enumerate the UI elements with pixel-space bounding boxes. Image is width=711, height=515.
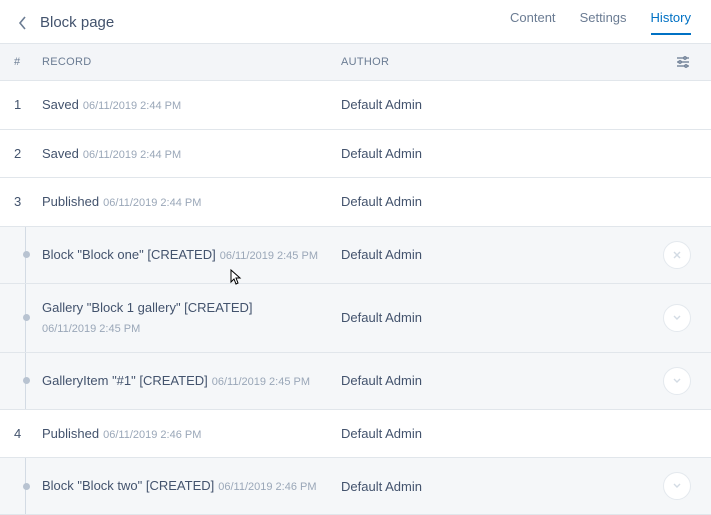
record-title: Gallery "Block 1 gallery" [CREATED] — [42, 298, 253, 318]
header-left: Block page — [14, 14, 114, 32]
tab-history[interactable]: History — [651, 10, 691, 35]
record-author: Default Admin — [341, 310, 651, 325]
row-number: 1 — [14, 97, 38, 112]
table-row[interactable]: GalleryItem "#1" [CREATED] 06/11/2019 2:… — [0, 353, 711, 410]
close-icon[interactable] — [663, 241, 691, 269]
table-header: # RECORD AUTHOR — [0, 43, 711, 81]
record-author: Default Admin — [341, 97, 651, 112]
chevron-down-icon[interactable] — [663, 472, 691, 500]
table-row[interactable]: Block "Block one" [CREATED] 06/11/2019 2… — [0, 227, 711, 284]
timeline-node-icon — [14, 483, 38, 490]
record-author: Default Admin — [341, 373, 651, 388]
col-header-record: RECORD — [38, 56, 341, 68]
row-number: 3 — [14, 194, 38, 209]
record-author: Default Admin — [341, 247, 651, 262]
record-title: GalleryItem "#1" [CREATED] — [42, 371, 208, 391]
record-timestamp: 06/11/2019 2:46 PM — [218, 479, 316, 496]
table-row[interactable]: 1 Saved 06/11/2019 2:44 PM Default Admin — [0, 81, 711, 130]
table-row[interactable]: Gallery "Block 1 gallery" [CREATED] 06/1… — [0, 284, 711, 353]
record-title: Published — [42, 424, 99, 444]
record-timestamp: 06/11/2019 2:44 PM — [83, 98, 181, 115]
record-author: Default Admin — [341, 479, 651, 494]
record-timestamp: 06/11/2019 2:44 PM — [103, 195, 201, 212]
record-timestamp: 06/11/2019 2:45 PM — [212, 374, 310, 391]
tab-settings[interactable]: Settings — [580, 10, 627, 35]
record-title: Published — [42, 192, 99, 212]
row-number: 4 — [14, 426, 38, 441]
record-timestamp: 06/11/2019 2:46 PM — [103, 427, 201, 444]
chevron-down-icon[interactable] — [663, 304, 691, 332]
record-timestamp: 06/11/2019 2:45 PM — [220, 248, 318, 265]
record-title: Saved — [42, 95, 79, 115]
table-row[interactable]: 3 Published 06/11/2019 2:44 PM Default A… — [0, 178, 711, 227]
page-header: Block page Content Settings History — [0, 0, 711, 43]
record-timestamp: 06/11/2019 2:45 PM — [42, 321, 140, 338]
table-row[interactable]: 4 Published 06/11/2019 2:46 PM Default A… — [0, 410, 711, 459]
page-title: Block page — [40, 14, 114, 31]
record-author: Default Admin — [341, 194, 651, 209]
table-row[interactable]: 2 Saved 06/11/2019 2:44 PM Default Admin — [0, 130, 711, 179]
chevron-down-icon[interactable] — [663, 367, 691, 395]
record-title: Saved — [42, 144, 79, 164]
timeline-node-icon — [14, 251, 38, 258]
record-title: Block "Block two" [CREATED] — [42, 476, 214, 496]
table-row[interactable]: Block "Block two" [CREATED] 06/11/2019 2… — [0, 458, 711, 515]
record-title: Block "Block one" [CREATED] — [42, 245, 216, 265]
timeline-node-icon — [14, 314, 38, 321]
record-author: Default Admin — [341, 426, 651, 441]
filter-icon[interactable] — [675, 54, 691, 70]
row-number: 2 — [14, 146, 38, 161]
record-author: Default Admin — [341, 146, 651, 161]
tabs: Content Settings History — [510, 10, 691, 35]
col-header-author: AUTHOR — [341, 56, 651, 68]
col-header-num: # — [14, 56, 38, 68]
timeline-node-icon — [14, 377, 38, 384]
record-timestamp: 06/11/2019 2:44 PM — [83, 147, 181, 164]
back-icon[interactable] — [14, 14, 32, 32]
history-rows: 1 Saved 06/11/2019 2:44 PM Default Admin… — [0, 81, 711, 515]
tab-content[interactable]: Content — [510, 10, 556, 35]
